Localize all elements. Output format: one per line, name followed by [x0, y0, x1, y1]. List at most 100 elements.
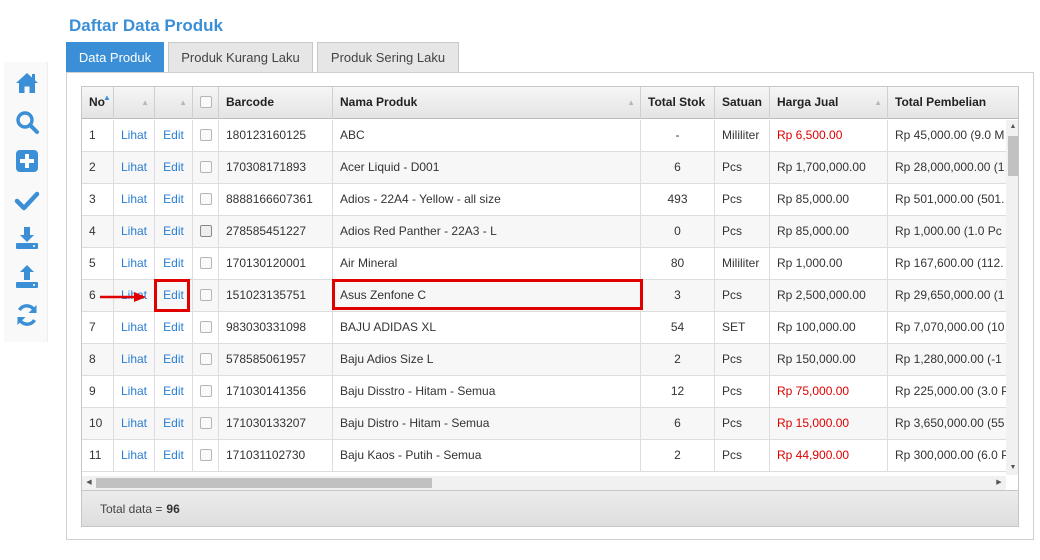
- col-header-purchase[interactable]: Total Pembelian: [888, 87, 1018, 119]
- add-icon[interactable]: [14, 148, 40, 174]
- row-checkbox[interactable]: [199, 160, 212, 173]
- table-row[interactable]: 1 Lihat Edit 180123160125 ABC - Mililiter Rp 6,…: [82, 120, 1006, 152]
- row-checkbox[interactable]: [199, 256, 212, 269]
- table-row[interactable]: 11 Lihat Edit 171031102730 Baju Kaos - Putih…: [82, 440, 1006, 472]
- horizontal-scrollbar[interactable]: ◀ ▶: [82, 476, 1006, 490]
- edit-link[interactable]: Edit: [155, 216, 193, 248]
- col-header-stock[interactable]: Total Stok: [641, 87, 715, 119]
- col-header-unit[interactable]: Satuan: [715, 87, 770, 119]
- cell-purchase: Rp 167,600.00 (112.: [888, 248, 1006, 280]
- scroll-left-icon[interactable]: ◀: [82, 476, 96, 490]
- tab-produk-kurang-laku[interactable]: Produk Kurang Laku: [168, 42, 313, 73]
- edit-link[interactable]: Edit: [155, 152, 193, 184]
- cell-stock: 2: [641, 440, 715, 472]
- download-icon[interactable]: [14, 225, 40, 251]
- scroll-right-icon[interactable]: ▶: [992, 476, 1006, 490]
- row-checkbox[interactable]: [199, 352, 212, 365]
- edit-link[interactable]: Edit: [155, 184, 193, 216]
- cell-purchase: Rp 3,650,000.00 (55: [888, 408, 1006, 440]
- cell-stock: 6: [641, 408, 715, 440]
- home-icon[interactable]: [14, 70, 40, 96]
- grid-footer: Total data = 96: [82, 490, 1018, 526]
- cell-stock: -: [641, 120, 715, 152]
- cell-no: 3: [82, 184, 114, 216]
- cell-stock: 54: [641, 312, 715, 344]
- table-row[interactable]: 10 Lihat Edit 171030133207 Baju Distro - Hit…: [82, 408, 1006, 440]
- view-link[interactable]: Lihat: [114, 344, 155, 376]
- edit-link[interactable]: Edit: [155, 120, 193, 152]
- edit-link[interactable]: Edit: [155, 408, 193, 440]
- cell-barcode: 170130120001: [219, 248, 333, 280]
- cell-barcode: 278585451227: [219, 216, 333, 248]
- cell-price: Rp 85,000.00: [770, 184, 888, 216]
- cell-no: 9: [82, 376, 114, 408]
- col-header-barcode[interactable]: Barcode: [219, 87, 333, 119]
- table-row[interactable]: 9 Lihat Edit 171030141356 Baju Disstro - Hit…: [82, 376, 1006, 408]
- cell-unit: Pcs: [715, 216, 770, 248]
- col-header-price[interactable]: Harga Jual ▲: [770, 87, 888, 119]
- row-checkbox[interactable]: [199, 128, 212, 141]
- cell-price: Rp 1,000.00: [770, 248, 888, 280]
- cell-unit: Mililiter: [715, 120, 770, 152]
- view-link[interactable]: Lihat: [114, 376, 155, 408]
- view-link[interactable]: Lihat: [114, 248, 155, 280]
- edit-link[interactable]: Edit: [155, 312, 193, 344]
- table-row[interactable]: 2 Lihat Edit 170308171893 Acer Liquid - D001…: [82, 152, 1006, 184]
- cell-no: 10: [82, 408, 114, 440]
- arrow-right-icon: [100, 292, 146, 302]
- row-checkbox[interactable]: [199, 320, 212, 333]
- row-checkbox[interactable]: [199, 448, 212, 461]
- view-link[interactable]: Lihat: [114, 312, 155, 344]
- row-checkbox[interactable]: [199, 416, 212, 429]
- view-link[interactable]: Lihat: [114, 440, 155, 472]
- view-link[interactable]: Lihat: [114, 120, 155, 152]
- vertical-scroll-thumb[interactable]: [1008, 136, 1018, 176]
- cell-price: Rp 15,000.00: [770, 408, 888, 440]
- edit-link[interactable]: Edit: [155, 376, 193, 408]
- row-checkbox[interactable]: [199, 224, 212, 237]
- cell-select: [193, 344, 219, 376]
- cell-unit: SET: [715, 312, 770, 344]
- table-row[interactable]: 4 Lihat Edit 278585451227 Adios Red Panther …: [82, 216, 1006, 248]
- col-header-view[interactable]: ▲: [114, 87, 155, 119]
- upload-icon[interactable]: [14, 264, 40, 290]
- check-icon[interactable]: [14, 187, 40, 213]
- cell-unit: Pcs: [715, 344, 770, 376]
- edit-link[interactable]: Edit: [155, 440, 193, 472]
- row-checkbox[interactable]: [199, 288, 212, 301]
- cell-purchase: Rp 28,000,000.00 (1: [888, 152, 1006, 184]
- row-checkbox[interactable]: [199, 192, 212, 205]
- select-all-checkbox[interactable]: [199, 95, 212, 108]
- edit-link[interactable]: Edit: [155, 344, 193, 376]
- table-row[interactable]: 3 Lihat Edit 8888166607361 Adios - 22A4 - Ye…: [82, 184, 1006, 216]
- col-header-edit[interactable]: ▲: [155, 87, 193, 119]
- sort-icon: ▲: [874, 98, 882, 107]
- cell-name: Acer Liquid - D001: [333, 152, 641, 184]
- row-checkbox[interactable]: [199, 384, 212, 397]
- view-link[interactable]: Lihat: [114, 408, 155, 440]
- cell-unit: Pcs: [715, 376, 770, 408]
- edit-link[interactable]: Edit: [155, 248, 193, 280]
- vertical-scrollbar[interactable]: ▲ ▼: [1006, 120, 1018, 475]
- table-row[interactable]: 8 Lihat Edit 578585061957 Baju Adios Size L2…: [82, 344, 1006, 376]
- cell-select: [193, 312, 219, 344]
- horizontal-scroll-thumb[interactable]: [96, 478, 432, 488]
- cell-purchase: Rp 1,000.00 (1.0 Pc: [888, 216, 1006, 248]
- col-header-no[interactable]: No ▲: [82, 87, 114, 119]
- cell-purchase: Rp 45,000.00 (9.0 M: [888, 120, 1006, 152]
- table-row[interactable]: 5 Lihat Edit 170130120001 Air Mineral 80 Milil…: [82, 248, 1006, 280]
- cell-purchase: Rp 501,000.00 (501.: [888, 184, 1006, 216]
- scroll-down-icon[interactable]: ▼: [1006, 461, 1018, 475]
- cell-price: Rp 75,000.00: [770, 376, 888, 408]
- search-icon[interactable]: [14, 109, 40, 135]
- cell-no: 4: [82, 216, 114, 248]
- tab-produk-sering-laku[interactable]: Produk Sering Laku: [317, 42, 459, 73]
- table-row[interactable]: 7 Lihat Edit 983030331098 BAJU ADIDAS XL 54 SE…: [82, 312, 1006, 344]
- scroll-up-icon[interactable]: ▲: [1006, 120, 1018, 134]
- refresh-icon[interactable]: [14, 302, 40, 328]
- view-link[interactable]: Lihat: [114, 216, 155, 248]
- tab-data-produk[interactable]: Data Produk: [66, 42, 164, 73]
- view-link[interactable]: Lihat: [114, 184, 155, 216]
- view-link[interactable]: Lihat: [114, 152, 155, 184]
- col-header-name[interactable]: Nama Produk ▲: [333, 87, 641, 119]
